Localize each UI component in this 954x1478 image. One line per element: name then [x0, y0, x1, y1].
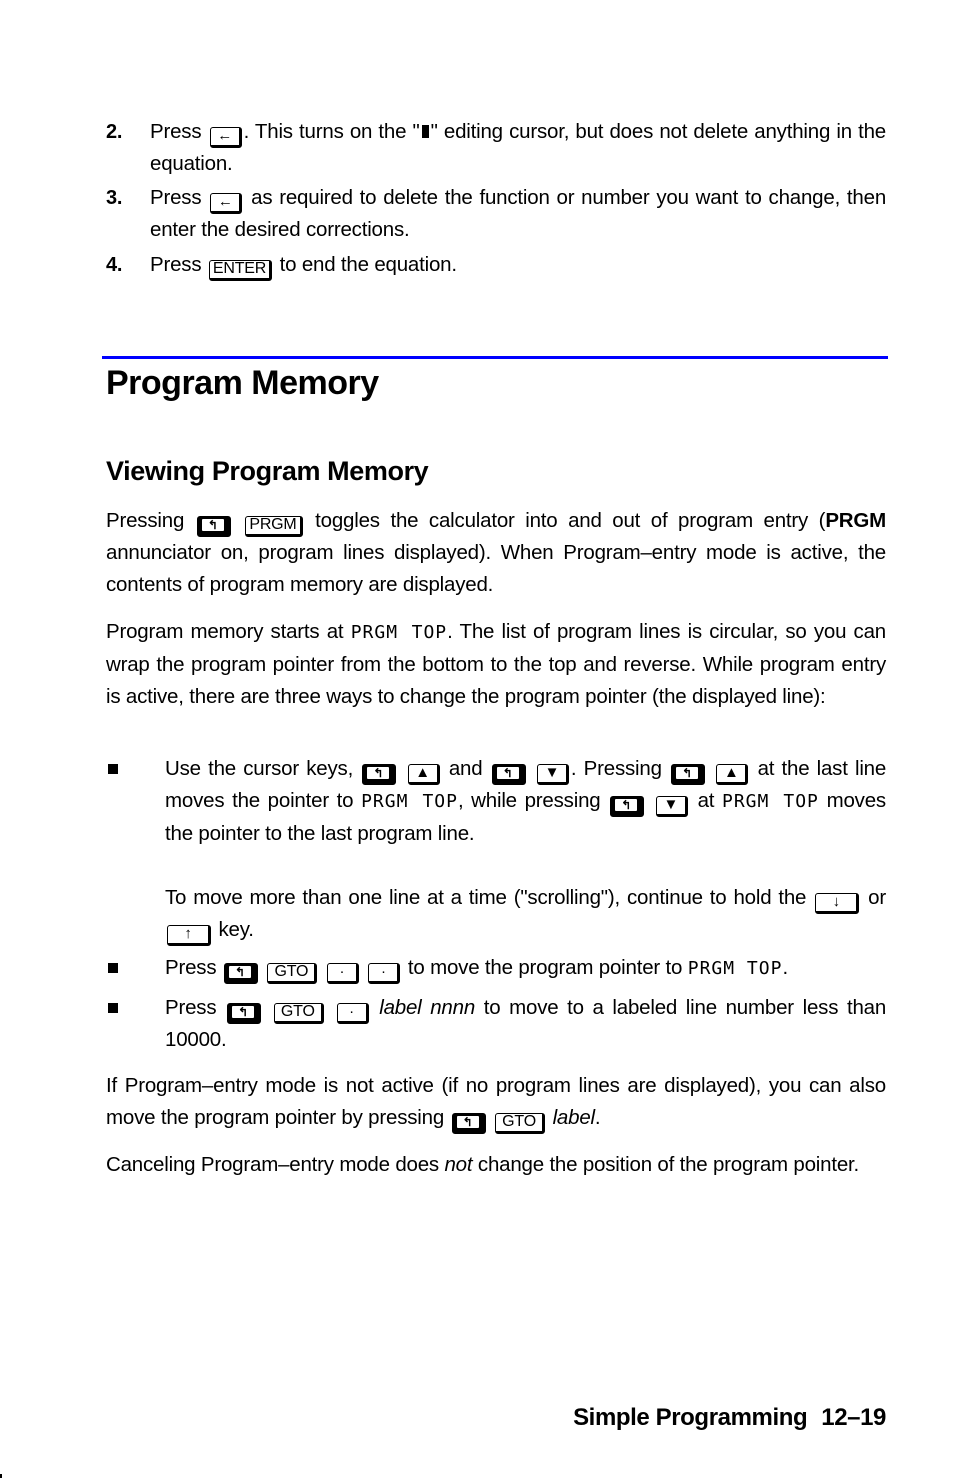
paragraph-text: change the position of the program point…: [477, 1153, 860, 1176]
bullet-text: key.: [218, 918, 254, 941]
down-triangle-icon: ▼: [663, 796, 679, 813]
up-triangle-icon: ▲: [723, 764, 739, 781]
bullet-cursor-keys: Use the cursor keys, ↰ ▲ and ↰ ▼. Pressi…: [106, 753, 886, 946]
bullet-gto-label: Press ↰ GTO · label nnnn to move to a la…: [106, 992, 886, 1056]
shift-left-icon: ↰: [367, 767, 390, 779]
dot-key: ·: [326, 963, 359, 984]
lcd-prgm-top: PRGM TOP: [721, 791, 819, 812]
enter-key: ENTER: [208, 260, 273, 281]
shift-key: ↰: [196, 516, 231, 537]
shift-key: ↰: [227, 1003, 262, 1024]
bullet-marker: [108, 764, 118, 774]
up-cursor-key: ▲: [407, 764, 440, 785]
bullet-text: at: [697, 789, 715, 812]
dot-key: ·: [368, 963, 401, 984]
down-triangle-icon: ▼: [544, 764, 560, 781]
gto-key: GTO: [495, 1113, 546, 1134]
bullet-marker: [108, 1003, 118, 1013]
bullet-text: and: [448, 757, 483, 780]
step-text: Press: [150, 120, 202, 143]
step-text: to end the equation.: [279, 253, 457, 276]
paragraph-text: Program memory starts at: [106, 620, 344, 643]
lcd-prgm-top: PRGM TOP: [350, 622, 448, 643]
subsection-title: Viewing Program Memory: [106, 456, 429, 486]
step-3: 3. Press ← as required to delete the fun…: [106, 182, 886, 246]
paragraph-text: .: [594, 1106, 601, 1129]
shift-left-icon: ↰: [456, 1116, 479, 1128]
shift-left-icon: ↰: [228, 966, 251, 978]
backspace-arrow-icon: ←: [217, 193, 233, 210]
backspace-key: ←: [209, 127, 242, 148]
step-4: 4. Press ENTER to end the equation.: [106, 249, 886, 281]
manual-page: 2. Press ←. This turns on the " " editing…: [0, 0, 954, 1478]
section-rule: [102, 356, 888, 359]
prgm-annunciator: PRGM: [825, 509, 887, 532]
step-number: 3.: [106, 187, 123, 209]
down-cursor-key: ▼: [655, 796, 688, 817]
label-placeholder: label nnnn: [379, 996, 476, 1019]
bullet-text: Press: [165, 996, 217, 1019]
page-footer: Simple Programming 12–19: [573, 1404, 886, 1432]
shift-left-icon: ↰: [201, 519, 224, 531]
bullet-marker: [108, 963, 118, 973]
paragraph-text: Canceling Program–entry mode does: [106, 1153, 439, 1176]
down-arrow-icon: ↓: [832, 893, 841, 910]
shift-key: ↰: [223, 963, 258, 984]
up-arrow-key: ↑: [167, 925, 211, 946]
prgm-key: PRGM: [245, 516, 303, 537]
step-text: Press: [150, 186, 202, 209]
shift-key: ↰: [610, 796, 645, 817]
paragraph-gto-label: If Program–entry mode is not active (if …: [106, 1070, 886, 1134]
paragraph-text: annunciator on, program lines displayed)…: [106, 541, 886, 596]
chapter-title: Simple Programming: [573, 1404, 808, 1431]
bullet-text: . Pressing: [570, 757, 662, 780]
paragraph-cancel: Canceling Program–entry mode does not ch…: [106, 1149, 886, 1181]
crop-mark: [0, 1474, 2, 1478]
shift-left-icon: ↰: [615, 799, 638, 811]
bullet-text: Press: [165, 956, 217, 979]
paragraph-text: toggles the calculator into and out of p…: [315, 509, 826, 532]
bullet-gto-top: Press ↰ GTO · · to move the program poin…: [106, 952, 886, 985]
paragraph-prgm-top: Program memory starts at PRGM TOP. The l…: [106, 616, 886, 713]
shift-key: ↰: [671, 764, 706, 785]
down-arrow-key: ↓: [815, 893, 860, 914]
step-text: . This turns on the ": [243, 120, 420, 143]
step-2: 2. Press ←. This turns on the " " editing…: [106, 116, 886, 180]
step-number: 2.: [106, 121, 123, 143]
paragraph-text: Pressing: [106, 509, 185, 532]
shift-left-icon: ↰: [232, 1006, 255, 1018]
step-text: as required to delete the function or nu…: [150, 186, 887, 241]
label-placeholder: label: [552, 1106, 596, 1129]
lcd-prgm-top: PRGM TOP: [361, 791, 458, 812]
bullet-text: To move more than one line at a time ("s…: [165, 886, 807, 909]
up-cursor-key: ▲: [716, 764, 749, 785]
gto-key: GTO: [267, 963, 318, 984]
shift-key: ↰: [362, 764, 397, 785]
backspace-key: ←: [210, 193, 243, 214]
shift-left-icon: ↰: [676, 767, 699, 779]
lcd-prgm-top: PRGM TOP: [687, 958, 783, 979]
bullet-text: to move the program pointer to: [407, 956, 683, 979]
paragraph-prgm-toggle: Pressing ↰ PRGM toggles the calculator i…: [106, 505, 886, 601]
down-cursor-key: ▼: [536, 764, 569, 785]
backspace-arrow-icon: ←: [217, 127, 233, 144]
emphasis-not: not: [444, 1153, 473, 1176]
up-arrow-icon: ↑: [184, 925, 192, 942]
gto-key: GTO: [273, 1003, 324, 1024]
bullet-text: .: [782, 956, 788, 979]
bullet-text: or: [868, 886, 886, 909]
shift-key: ↰: [491, 764, 526, 785]
up-triangle-icon: ▲: [415, 764, 430, 781]
shift-left-icon: ↰: [496, 767, 519, 779]
dot-key: ·: [336, 1003, 369, 1024]
editing-cursor-icon: [421, 125, 429, 138]
page-number: 12–19: [821, 1404, 886, 1431]
step-number: 4.: [106, 254, 123, 276]
bullet-text: , while pressing: [457, 789, 601, 812]
bullet-text: Use the cursor keys,: [165, 757, 354, 780]
shift-key: ↰: [451, 1113, 486, 1134]
section-title: Program Memory: [106, 364, 379, 402]
step-text: Press: [150, 253, 202, 276]
